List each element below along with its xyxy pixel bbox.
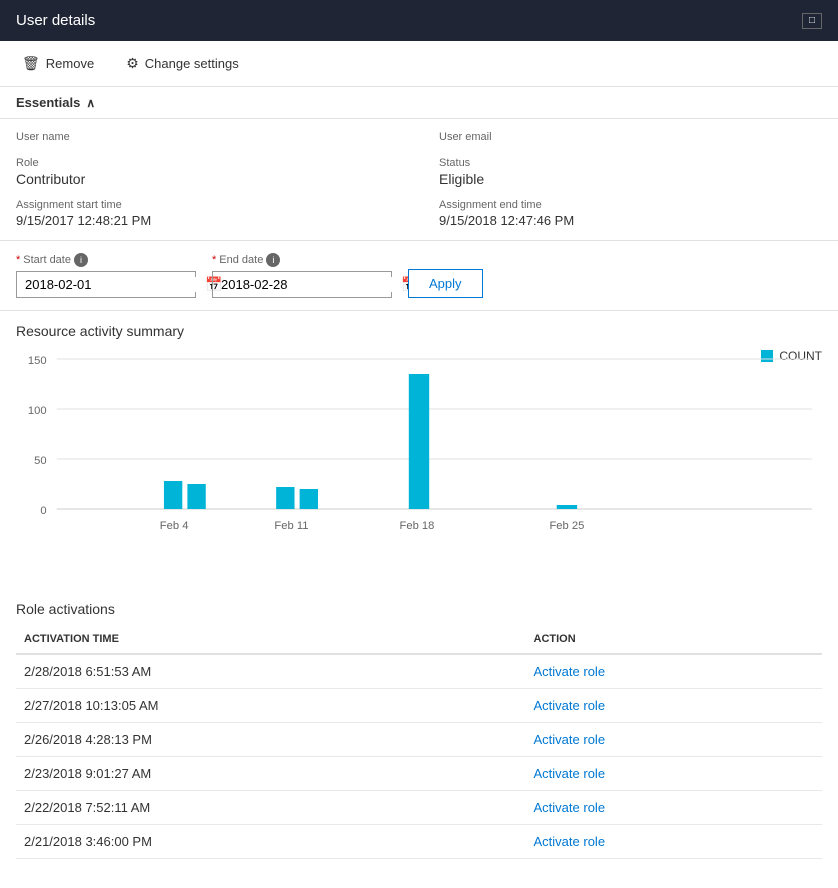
activation-time-cell: 2/23/2018 9:01:27 AM: [16, 757, 526, 791]
svg-text:Feb 11: Feb 11: [274, 520, 308, 532]
end-date-field: * End date i 📅: [212, 253, 392, 298]
activation-time-cell: 2/28/2018 6:51:53 AM: [16, 654, 526, 689]
activate-role-link[interactable]: Activate role: [534, 800, 606, 815]
assignment-end-field: Assignment end time 9/15/2018 12:47:46 P…: [439, 199, 822, 228]
chart-container: COUNT 0 50 100 150: [16, 349, 822, 589]
svg-text:100: 100: [28, 405, 47, 417]
activation-time-cell: 2/21/2018 3:46:00 PM: [16, 825, 526, 859]
table-row: 2/23/2018 9:01:27 AM Activate role: [16, 757, 822, 791]
user-email-label: User email: [439, 131, 822, 143]
trash-icon: 🗑: [22, 55, 40, 72]
activate-role-link[interactable]: Activate role: [534, 834, 606, 849]
action-cell: Activate role: [526, 757, 822, 791]
svg-text:50: 50: [34, 455, 46, 467]
end-required-star: *: [212, 254, 216, 266]
window-controls: □: [802, 13, 822, 29]
role-activations-table: ACTIVATION TIME ACTION 2/28/2018 6:51:53…: [16, 627, 822, 859]
activate-role-link[interactable]: Activate role: [534, 766, 606, 781]
date-filter: * Start date i 📅 * End date i 📅 Apply: [0, 241, 838, 311]
role-value: Contributor: [16, 171, 399, 187]
action-cell: Activate role: [526, 654, 822, 689]
start-date-input[interactable]: [25, 277, 201, 292]
essentials-header: Essentials ∧: [0, 87, 838, 119]
action-cell: Activate role: [526, 825, 822, 859]
chart-title: Resource activity summary: [16, 323, 822, 339]
restore-button[interactable]: □: [802, 13, 822, 29]
user-name-field: User name: [16, 131, 399, 145]
remove-button[interactable]: 🗑 Remove: [16, 51, 100, 76]
user-email-field: User email: [439, 131, 822, 145]
essentials-chevron[interactable]: ∧: [86, 96, 95, 110]
status-value: Eligible: [439, 171, 822, 187]
chart-svg: 0 50 100 150 Feb 4 Feb 11: [16, 349, 822, 559]
apply-button[interactable]: Apply: [408, 269, 483, 298]
assignment-end-value: 9/15/2018 12:47:46 PM: [439, 213, 822, 228]
action-cell: Activate role: [526, 689, 822, 723]
change-settings-button[interactable]: ⚙ Change settings: [120, 51, 245, 76]
table-row: 2/28/2018 6:51:53 AM Activate role: [16, 654, 822, 689]
svg-text:0: 0: [40, 505, 46, 517]
essentials-grid: User name User email Role Contributor St…: [16, 131, 822, 228]
col-action: ACTION: [526, 627, 822, 654]
activation-time-cell: 2/27/2018 10:13:05 AM: [16, 689, 526, 723]
restore-icon: □: [809, 15, 815, 26]
chart-area: 0 50 100 150 Feb 4 Feb 11: [16, 349, 822, 569]
change-settings-label: Change settings: [145, 56, 239, 71]
action-cell: Activate role: [526, 723, 822, 757]
table-row: 2/26/2018 4:28:13 PM Activate role: [16, 723, 822, 757]
toolbar: 🗑 Remove ⚙ Change settings: [0, 41, 838, 87]
bar-feb18: [409, 374, 429, 509]
assignment-end-label: Assignment end time: [439, 199, 822, 211]
status-label: Status: [439, 157, 822, 169]
bar-feb4-2: [187, 484, 205, 509]
role-activations-section: Role activations ACTIVATION TIME ACTION …: [0, 589, 838, 859]
window-title: User details: [16, 12, 95, 29]
start-required-star: *: [16, 254, 20, 266]
role-field: Role Contributor: [16, 157, 399, 187]
title-bar: User details □: [0, 0, 838, 41]
bar-feb11-1: [276, 487, 294, 509]
bar-feb11-2: [300, 489, 318, 509]
start-date-label: * Start date i: [16, 253, 196, 267]
status-field: Status Eligible: [439, 157, 822, 187]
activate-role-link[interactable]: Activate role: [534, 664, 606, 679]
svg-text:Feb 4: Feb 4: [160, 520, 189, 532]
start-date-info-icon[interactable]: i: [74, 253, 88, 267]
action-cell: Activate role: [526, 791, 822, 825]
activation-time-cell: 2/26/2018 4:28:13 PM: [16, 723, 526, 757]
start-date-field: * Start date i 📅: [16, 253, 196, 298]
role-label: Role: [16, 157, 399, 169]
table-row: 2/27/2018 10:13:05 AM Activate role: [16, 689, 822, 723]
svg-text:Feb 25: Feb 25: [549, 520, 584, 532]
gear-icon: ⚙: [126, 55, 139, 72]
svg-text:Feb 18: Feb 18: [399, 520, 434, 532]
assignment-start-field: Assignment start time 9/15/2017 12:48:21…: [16, 199, 399, 228]
remove-label: Remove: [46, 56, 94, 71]
user-name-label: User name: [16, 131, 399, 143]
chart-section: Resource activity summary COUNT 0 50 100…: [0, 311, 838, 589]
svg-text:150: 150: [28, 355, 47, 367]
bar-feb4-1: [164, 481, 182, 509]
bar-feb25: [557, 505, 577, 509]
role-activations-title: Role activations: [16, 601, 822, 617]
end-date-input[interactable]: [221, 277, 397, 292]
essentials-content: User name User email Role Contributor St…: [0, 119, 838, 241]
table-row: 2/21/2018 3:46:00 PM Activate role: [16, 825, 822, 859]
essentials-label: Essentials: [16, 95, 80, 110]
end-date-label: * End date i: [212, 253, 392, 267]
col-activation-time: ACTIVATION TIME: [16, 627, 526, 654]
assignment-start-label: Assignment start time: [16, 199, 399, 211]
table-header-row: ACTIVATION TIME ACTION: [16, 627, 822, 654]
start-date-input-wrapper: 📅: [16, 271, 196, 298]
table-row: 2/22/2018 7:52:11 AM Activate role: [16, 791, 822, 825]
activate-role-link[interactable]: Activate role: [534, 732, 606, 747]
activation-time-cell: 2/22/2018 7:52:11 AM: [16, 791, 526, 825]
end-date-input-wrapper: 📅: [212, 271, 392, 298]
assignment-start-value: 9/15/2017 12:48:21 PM: [16, 213, 399, 228]
end-date-info-icon[interactable]: i: [266, 253, 280, 267]
activate-role-link[interactable]: Activate role: [534, 698, 606, 713]
